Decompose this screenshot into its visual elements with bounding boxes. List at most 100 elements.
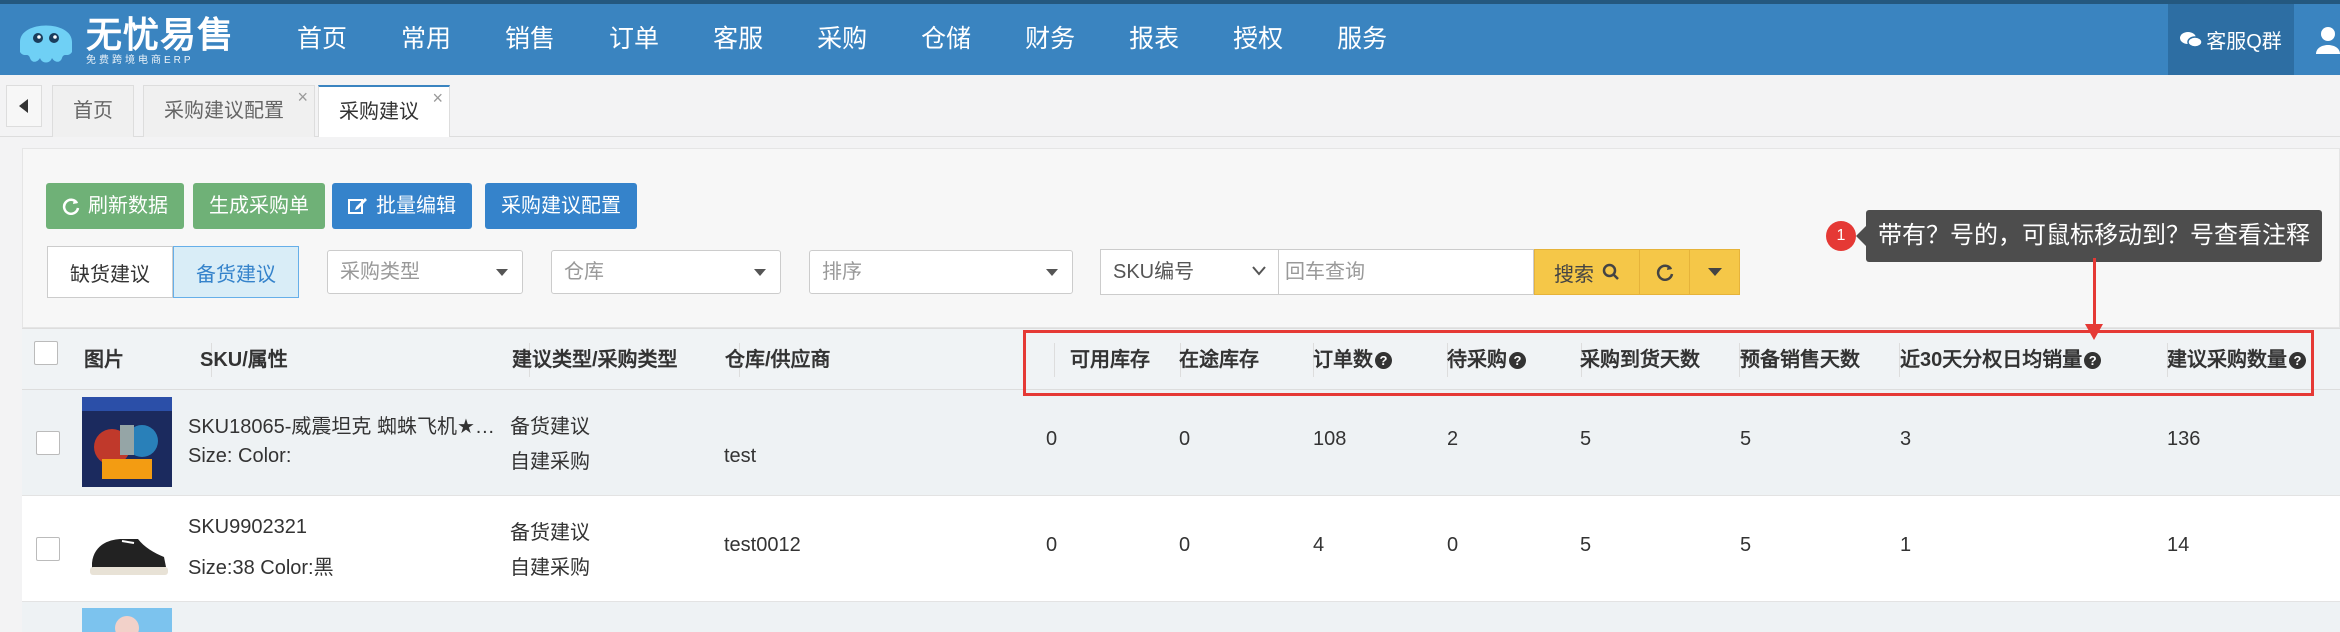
generate-po-button[interactable]: 生成采购单 (193, 183, 325, 229)
purchase-config-button[interactable]: 采购建议配置 (485, 183, 637, 229)
purchase-type-select[interactable]: 采购类型 (327, 250, 523, 294)
order-count: 108 (1313, 428, 1347, 450)
nav-item-purchase[interactable]: 采购 (790, 4, 894, 75)
nav-item-home[interactable]: 首页 (270, 4, 374, 75)
product-image[interactable] (82, 608, 172, 632)
batch-edit-button[interactable]: 批量编辑 (332, 183, 472, 229)
refresh-data-label: 刷新数据 (88, 195, 168, 217)
in-transit-stock: 0 (1179, 428, 1191, 450)
reserve-days: 5 (1740, 428, 1752, 450)
sku-code[interactable]: SKU9902321 (188, 516, 307, 539)
main-nav: 首页 常用 销售 订单 客服 采购 仓储 财务 报表 授权 服务 (270, 4, 1414, 75)
purchase-config-label: 采购建议配置 (501, 195, 621, 217)
warehouse: test0012 (724, 534, 801, 556)
app-logo[interactable]: 无忧易售 免费跨境电商ERP (14, 10, 234, 72)
table-row[interactable]: SKU9902321 Size:38 Color:黑 备货建议 自建采购 tes… (22, 496, 2340, 602)
arrival-days: 5 (1580, 534, 1592, 556)
nav-item-sales[interactable]: 销售 (478, 4, 582, 75)
tab-label: 采购建议 (339, 101, 419, 123)
annotation-arrow (2093, 258, 2096, 328)
user-icon[interactable] (2316, 26, 2340, 59)
suggest-type: 备货建议 (510, 416, 590, 438)
more-options-button[interactable] (1690, 249, 1740, 295)
sku-search-group: SKU编号 回车查询 搜索 (1100, 249, 1740, 295)
annotation-arrow-head (2085, 324, 2103, 340)
row-checkbox[interactable] (36, 537, 60, 561)
search-input[interactable]: 回车查询 (1278, 249, 1534, 295)
shortage-suggestion-toggle[interactable]: 缺货建议 (47, 246, 173, 298)
warehouse: test (724, 445, 757, 467)
table-row[interactable]: SKU18065-威震坦克 蜘蛛飞机★… Size: Color: 备货建议 自… (22, 390, 2340, 496)
top-navbar: 无忧易售 免费跨境电商ERP 首页 常用 销售 订单 客服 采购 仓储 财务 报… (0, 0, 2340, 75)
product-image[interactable] (82, 397, 172, 487)
sku-field-select[interactable]: SKU编号 (1100, 249, 1278, 295)
batch-edit-label: 批量编辑 (376, 195, 456, 217)
sku-field-label: SKU编号 (1113, 261, 1195, 283)
chevron-down-icon (754, 269, 766, 276)
stock-suggestion-toggle[interactable]: 备货建议 (173, 246, 299, 298)
available-stock: 0 (1046, 534, 1058, 556)
chat-bubbles-icon (2180, 31, 2203, 48)
close-icon[interactable]: × (297, 72, 308, 122)
tab-home[interactable]: 首页 (52, 85, 134, 137)
shortage-label: 缺货建议 (70, 263, 150, 286)
nav-item-auth[interactable]: 授权 (1206, 4, 1310, 75)
sku-attributes: Size:38 Color:黑 (188, 557, 334, 579)
stock-label: 备货建议 (196, 263, 276, 286)
suggest-type: 备货建议 (510, 522, 590, 544)
reset-button[interactable] (1640, 249, 1690, 295)
tab-purchase-config[interactable]: 采购建议配置 × (143, 85, 315, 137)
pending-purchase: 0 (1447, 534, 1459, 556)
nav-item-finance[interactable]: 财务 (998, 4, 1102, 75)
nav-item-service[interactable]: 客服 (686, 4, 790, 75)
search-icon (1602, 263, 1619, 280)
header-sku: SKU/属性 (200, 329, 530, 391)
search-button[interactable]: 搜索 (1534, 249, 1640, 295)
chevron-down-icon (496, 269, 508, 276)
purchase-type-placeholder: 采购类型 (340, 261, 420, 283)
tab-purchase-suggestion[interactable]: 采购建议 × (318, 85, 450, 137)
edit-icon (348, 198, 367, 214)
generate-po-label: 生成采购单 (209, 195, 309, 217)
tab-label: 首页 (73, 100, 113, 122)
caret-down-icon (1707, 268, 1722, 276)
row-checkbox[interactable] (36, 431, 60, 455)
sort-select[interactable]: 排序 (809, 250, 1073, 294)
highlight-box (1023, 330, 2314, 396)
refresh-icon (62, 198, 80, 215)
arrival-days: 5 (1580, 428, 1592, 450)
available-stock: 0 (1046, 428, 1058, 450)
header-image: 图片 (72, 329, 212, 391)
nav-item-storage[interactable]: 仓储 (894, 4, 998, 75)
tab-scroll-left-button[interactable] (6, 85, 42, 127)
chevron-down-icon (1046, 269, 1058, 276)
purchase-type: 自建采购 (510, 557, 590, 579)
sort-placeholder: 排序 (822, 261, 862, 283)
caret-left-icon (19, 99, 28, 113)
qq-group-button[interactable]: 客服Q群 (2168, 4, 2294, 75)
annotation-tooltip: 带有？号的，可鼠标移动到？号查看注释 (1856, 210, 2322, 262)
warehouse-placeholder: 仓库 (564, 261, 604, 283)
sku-code[interactable]: SKU18065-威震坦克 蜘蛛飞机★… (188, 410, 495, 439)
sku-attributes: Size: Color: (188, 445, 292, 467)
annotation-callout: 1 带有？号的，可鼠标移动到？号查看注释 (1826, 210, 2322, 262)
product-image[interactable] (82, 503, 172, 593)
annotation-number-badge: 1 (1826, 221, 1856, 251)
nav-item-common[interactable]: 常用 (374, 4, 478, 75)
app-name: 无忧易售 (86, 14, 235, 55)
nav-item-services[interactable]: 服务 (1310, 4, 1414, 75)
tab-label: 采购建议配置 (164, 100, 284, 122)
suggested-qty: 136 (2167, 428, 2201, 450)
nav-item-reports[interactable]: 报表 (1102, 4, 1206, 75)
avg-daily-sales: 3 (1900, 428, 1912, 450)
page-tabs-bar: 首页 采购建议配置 × 采购建议 × (0, 75, 2340, 137)
purchase-type: 自建采购 (510, 451, 590, 473)
header-type: 建议类型/采购类型 (512, 329, 740, 391)
warehouse-select[interactable]: 仓库 (551, 250, 781, 294)
table-row[interactable] (22, 602, 2340, 632)
search-placeholder: 回车查询 (1285, 261, 1365, 283)
select-all-checkbox[interactable] (34, 341, 58, 365)
nav-item-orders[interactable]: 订单 (582, 4, 686, 75)
refresh-data-button[interactable]: 刷新数据 (46, 183, 184, 229)
close-icon[interactable]: × (432, 73, 443, 123)
